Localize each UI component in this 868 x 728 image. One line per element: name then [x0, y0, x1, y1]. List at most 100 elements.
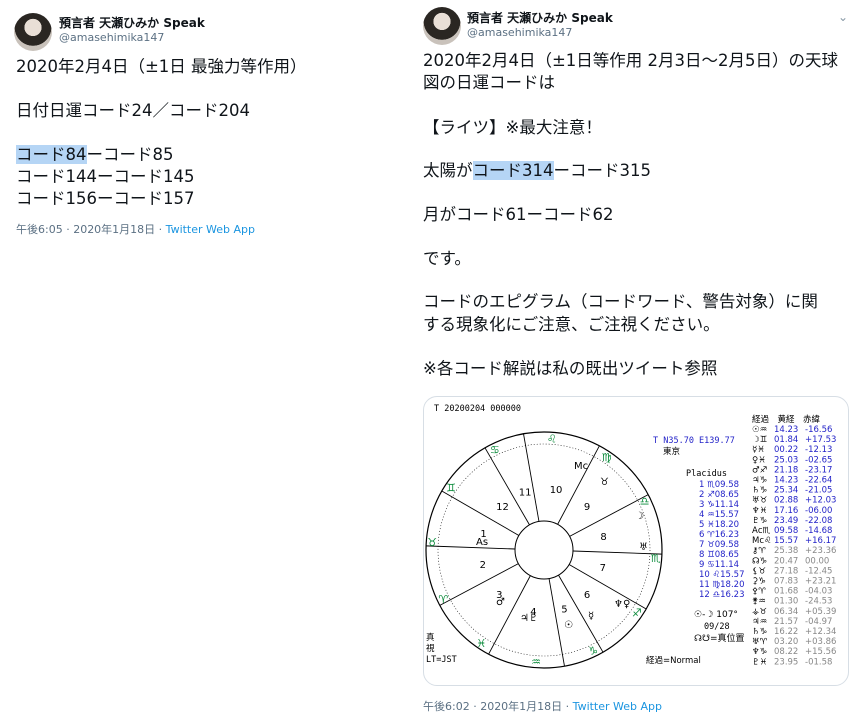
- user-name[interactable]: 預言者 天瀬ひみか Speak: [59, 14, 205, 31]
- house-cusp-entry: 2 ♐08.65: [699, 490, 739, 500]
- planet-glyph-cell: ♇♓: [752, 657, 767, 667]
- planet-longitude-cell: 23.49: [774, 516, 798, 526]
- zodiac-glyph: ♑: [588, 645, 598, 658]
- planet-glyph-cell: ⚴♈: [752, 587, 766, 597]
- aspect-line: ☉-☽ 107°: [694, 610, 738, 620]
- planet-longitude-cell: 16.22: [774, 627, 798, 637]
- house-cusp-entry: 7 ♉09.58: [699, 540, 739, 550]
- planet-glyph-cell: ☽♊: [752, 435, 767, 445]
- timestamp-link[interactable]: 午後6:02 · 2020年1月18日 ·: [423, 700, 573, 713]
- date-small: 09/28: [704, 622, 730, 632]
- house-number: 11: [519, 488, 532, 499]
- planet-longitude-cell: 23.95: [774, 657, 798, 667]
- planet-glyph-cell: ♇♑: [752, 516, 767, 526]
- house-cusp-entry: 6 ♈16.23: [699, 530, 739, 540]
- tweet-meta: 午後6:05 · 2020年1月18日 · Twitter Web App: [16, 221, 255, 237]
- zodiac-glyph: ♎: [640, 495, 650, 508]
- planet-longitude-cell: 27.18: [774, 566, 798, 576]
- planet-longitude-cell: 25.34: [774, 486, 798, 496]
- planet-declination-cell: -14.68: [805, 526, 832, 536]
- planet-glyph: ♉: [600, 477, 609, 488]
- inner-circle: [514, 520, 574, 580]
- horoscope-image[interactable]: T 20200204 000000 T N35.70 E139.77 東京 Pl…: [423, 396, 849, 686]
- planet-declination-cell: +23.21: [805, 577, 836, 587]
- planet-glyph-cell: ⚳♑: [752, 577, 766, 587]
- planet-declination-cell: -04.03: [805, 587, 832, 597]
- tweet-text: 太陽が: [423, 161, 473, 180]
- planet-glyph-cell: ☿♓: [752, 445, 765, 455]
- tweet-text-line: 2020年2月4日（±1日等作用 2月3日〜2月5日）の天球: [423, 51, 839, 70]
- chart-footer: 経過=Normal: [646, 655, 701, 666]
- house-cusp-line: [523, 433, 540, 522]
- planet-longitude-cell: 09.58: [774, 526, 798, 536]
- planet-longitude-cell: 25.03: [774, 455, 798, 465]
- planet-declination-cell: +12.03: [805, 496, 836, 506]
- house-number: 12: [496, 502, 509, 513]
- avatar[interactable]: [423, 7, 461, 45]
- house-cusp-line: [568, 564, 647, 610]
- true-label-1: 真: [426, 632, 435, 643]
- user-name[interactable]: 預言者 天瀬ひみか Speak: [467, 9, 613, 26]
- planet-declination-cell: -23.17: [805, 465, 832, 475]
- planet-glyph-cell: ♆♑: [752, 647, 767, 657]
- tweet-text-line: 太陽がコード314ーコード315: [423, 161, 651, 181]
- planet-longitude-cell: 01.84: [774, 435, 798, 445]
- user-handle[interactable]: @amasehimika147: [59, 31, 164, 44]
- planet-declination-cell: -22.08: [805, 516, 832, 526]
- tweet-text-line: コードのエピグラム（コードワード、警告対象）に関: [423, 292, 818, 311]
- timestamp-link[interactable]: 午後6:05 · 2020年1月18日 ·: [16, 223, 166, 236]
- planet-glyph: ☽: [635, 511, 644, 522]
- planet-glyph-cell: ⚶♉: [752, 607, 767, 617]
- planet-glyph-cell: Mс♌: [752, 536, 772, 546]
- tweet-text: ーコード85: [86, 145, 174, 164]
- user-handle[interactable]: @amasehimika147: [467, 26, 572, 39]
- source-app-link[interactable]: Twitter Web App: [573, 700, 662, 713]
- planet-glyph-cell: ☉♒: [752, 425, 767, 435]
- tweet-text-line: コード144ーコード145: [16, 167, 195, 186]
- tweet-text-line: コード156ーコード157: [16, 189, 195, 208]
- tweet-meta: 午後6:02 · 2020年1月18日 · Twitter Web App: [423, 698, 662, 714]
- planet-glyph-cell: ♅♉: [752, 496, 767, 506]
- house-cusp-entry: 9 ♋11.14: [699, 560, 739, 570]
- horoscope-wheel: 109876543211211♌♍♎♏♐♑♒♓♈♉♊♋Mc♉☽♅As♂♃♇☉☿♆…: [425, 431, 663, 669]
- tweet-text-line: コード84ーコード85: [16, 145, 174, 165]
- planet-glyph-cell: ♃♑: [752, 476, 767, 486]
- planet-longitude-cell: 21.57: [774, 617, 798, 627]
- avatar[interactable]: [14, 13, 52, 51]
- house-system-label: Placidus: [686, 469, 727, 479]
- planet-declination-cell: +15.56: [805, 647, 836, 657]
- planet-declination-cell: -21.05: [805, 486, 832, 496]
- planet-declination-cell: -24.53: [805, 597, 832, 607]
- planet-table-header: 経過 黄経 赤緯: [752, 414, 821, 425]
- planet-glyph-cell: ⚸♉: [752, 566, 766, 576]
- zodiac-glyph: ♌: [547, 432, 557, 445]
- house-number: 9: [584, 502, 590, 513]
- chevron-down-icon[interactable]: ⌄: [838, 10, 848, 24]
- planet-longitude-cell: 15.57: [774, 536, 798, 546]
- zodiac-glyph: ♐: [632, 607, 642, 620]
- zodiac-glyph: ♓: [476, 637, 486, 650]
- house-cusp-entry: 3 ♑11.14: [699, 500, 739, 510]
- tweet-text-line: 日付日運コード24／コード204: [16, 101, 250, 120]
- planet-longitude-cell: 08.22: [774, 647, 798, 657]
- planet-glyph: ♂: [496, 597, 505, 608]
- house-number: 10: [550, 485, 563, 496]
- planet-glyph-cell: Aс♏: [752, 526, 770, 536]
- horoscope-chart: T 20200204 000000 T N35.70 E139.77 東京 Pl…: [425, 404, 836, 669]
- planet-glyph-cell: ♄♑: [752, 627, 767, 637]
- tweet-text: ーコード315: [553, 161, 652, 180]
- planet-longitude-cell: 07.83: [774, 577, 798, 587]
- true-label-2: 視: [426, 643, 435, 654]
- planet-declination-cell: -04.97: [805, 617, 832, 627]
- house-number: 5: [561, 604, 567, 615]
- source-app-link[interactable]: Twitter Web App: [166, 223, 255, 236]
- planet-glyph-cell: ♂♐: [752, 465, 767, 475]
- tweet-text-line: です。: [423, 249, 471, 268]
- tweet-text-line: 2020年2月4日（±1日 最強力等作用）: [16, 57, 307, 76]
- house-cusp-list: 1 ♏09.582 ♐08.653 ♑11.144 ♒15.575 ♓18.20…: [699, 480, 744, 600]
- planet-longitude-cell: 00.22: [774, 445, 798, 455]
- planet-longitude-cell: 02.88: [774, 496, 798, 506]
- house-number: 8: [600, 532, 606, 543]
- planet-glyph: ♆♀: [614, 599, 630, 610]
- planet-glyph-cell: ⚷♈: [752, 546, 766, 556]
